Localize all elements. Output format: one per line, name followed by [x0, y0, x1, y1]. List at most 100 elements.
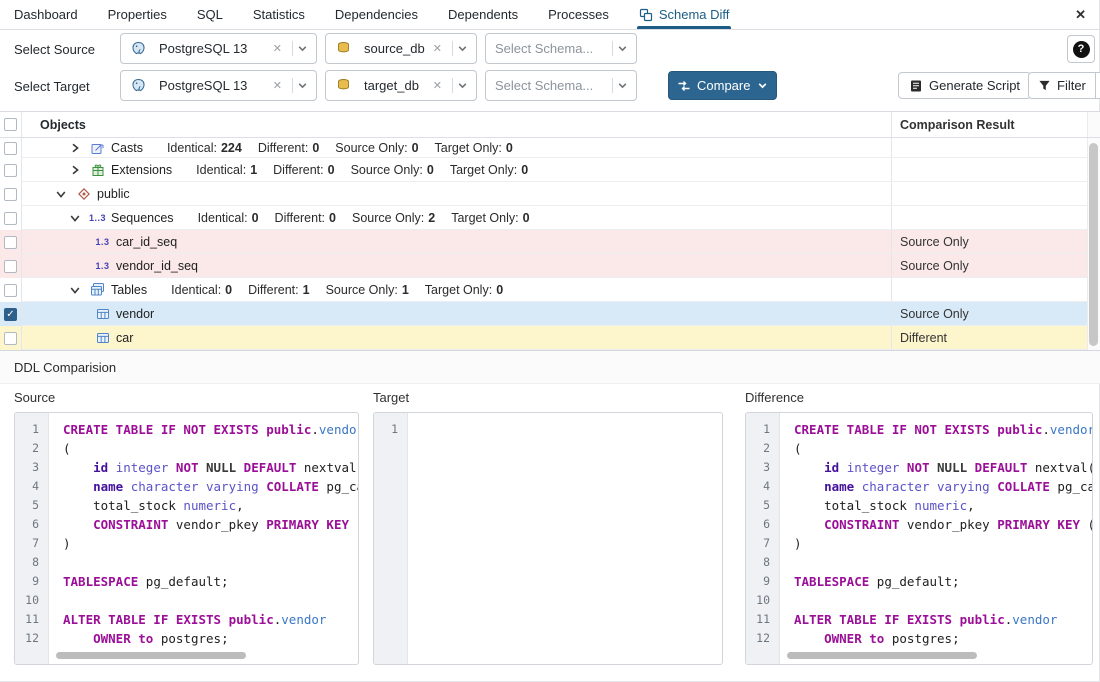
chevron-down-icon[interactable] — [617, 43, 628, 54]
panel-tab-bar: Dashboard Properties SQL Statistics Dependen… — [0, 0, 1100, 30]
code-area[interactable]: CREATE TABLE IF NOT EXISTS public.vendor… — [781, 413, 1092, 664]
comparison-result-column-header: Comparison Result — [891, 112, 1087, 137]
line-number-gutter: 123456789101112 — [746, 413, 780, 664]
target-schema-select[interactable]: Select Schema... — [485, 70, 637, 101]
row-checkbox[interactable] — [4, 188, 17, 201]
chevron-down-icon[interactable] — [757, 80, 768, 91]
comparison-result-value — [891, 138, 1087, 158]
postgresql-icon — [130, 78, 147, 93]
row-checkbox[interactable] — [4, 260, 17, 273]
vertical-scrollbar[interactable] — [1089, 143, 1098, 346]
target-database-select[interactable]: target_db ✕ — [325, 70, 477, 101]
chevron-down-icon[interactable] — [297, 43, 308, 54]
tab-dashboard[interactable]: Dashboard — [14, 0, 78, 29]
clear-icon[interactable]: ✕ — [267, 79, 288, 92]
code-area[interactable]: CREATE TABLE IF NOT EXISTS public.vendor… — [50, 413, 358, 664]
sequence-icon: 1.3 — [94, 261, 111, 271]
tab-sql[interactable]: SQL — [197, 0, 223, 29]
tab-properties[interactable]: Properties — [108, 0, 167, 29]
expand-icon[interactable] — [68, 143, 82, 153]
row-checkbox[interactable]: ✓ — [4, 308, 17, 321]
target-server-value: PostgreSQL 13 — [159, 78, 267, 93]
comparison-result-value: Different — [891, 326, 1087, 350]
expand-icon[interactable] — [68, 165, 82, 175]
target-database-value: target_db — [364, 78, 427, 93]
help-button[interactable]: ? — [1067, 35, 1095, 63]
comparison-result-value — [891, 158, 1087, 182]
result-row-public[interactable]: public — [0, 182, 1100, 206]
filter-icon — [1029, 79, 1051, 92]
filter-button[interactable]: Filter — [1028, 72, 1100, 99]
tab-schema-diff[interactable]: Schema Diff — [639, 0, 730, 29]
result-row-vendor[interactable]: ✓vendorSource Only — [0, 302, 1100, 326]
tab-dependents[interactable]: Dependents — [448, 0, 518, 29]
divider — [612, 78, 613, 93]
divider — [452, 41, 453, 56]
select-all-checkbox[interactable] — [4, 118, 17, 131]
result-row-Sequences[interactable]: 1..3SequencesIdentical:0Different:0Sourc… — [0, 206, 1100, 230]
collapse-icon[interactable] — [54, 189, 68, 199]
tab-statistics[interactable]: Statistics — [253, 0, 305, 29]
result-row-vendor_id_seq[interactable]: 1.3vendor_id_seqSource Only — [0, 254, 1100, 278]
clear-icon[interactable]: ✕ — [267, 42, 288, 55]
ddl-panel-labels: Source Target Difference — [0, 384, 1100, 410]
divider — [612, 41, 613, 56]
collapse-icon[interactable] — [68, 285, 82, 295]
comparison-result-value: Source Only — [891, 230, 1087, 254]
target-server-select[interactable]: PostgreSQL 13 ✕ — [120, 70, 317, 101]
collapse-icon[interactable] — [68, 213, 82, 223]
ddl-source-editor[interactable]: 123456789101112CREATE TABLE IF NOT EXIST… — [14, 412, 359, 665]
comparison-result-value — [891, 206, 1087, 230]
tab-label: Statistics — [253, 7, 305, 22]
line-number-gutter: 1 — [374, 413, 408, 664]
compare-button[interactable]: Compare — [668, 71, 777, 100]
row-checkbox[interactable] — [4, 236, 17, 249]
close-icon[interactable]: ✕ — [1071, 0, 1090, 29]
row-stats: Identical:224Different:0Source Only:0Tar… — [167, 141, 529, 155]
row-checkbox[interactable] — [4, 284, 17, 297]
row-label: Tables — [111, 283, 147, 297]
row-checkbox[interactable] — [4, 142, 17, 155]
result-row-car[interactable]: carDifferent — [0, 326, 1100, 350]
generate-script-button[interactable]: Generate Script — [898, 72, 1031, 99]
chevron-down-icon[interactable] — [457, 80, 468, 91]
row-label: Sequences — [111, 211, 174, 225]
chevron-down-icon[interactable] — [617, 80, 628, 91]
row-checkbox[interactable] — [4, 164, 17, 177]
difference-panel-label: Difference — [745, 390, 804, 405]
ddl-target-editor[interactable]: 1 — [373, 412, 723, 665]
source-database-select[interactable]: source_db ✕ — [325, 33, 477, 64]
result-row-Extensions[interactable]: ExtensionsIdentical:1Different:0Source O… — [0, 158, 1100, 182]
tab-label: Processes — [548, 7, 609, 22]
result-row-Tables[interactable]: TablesIdentical:0Different:1Source Only:… — [0, 278, 1100, 302]
comparison-result-value — [891, 278, 1087, 302]
tab-processes[interactable]: Processes — [548, 0, 609, 29]
row-checkbox[interactable] — [4, 212, 17, 225]
source-schema-select[interactable]: Select Schema... — [485, 33, 637, 64]
chevron-down-icon[interactable] — [1096, 80, 1100, 91]
horizontal-scrollbar[interactable] — [56, 652, 246, 659]
row-checkbox[interactable] — [4, 332, 17, 345]
ddl-panels: 123456789101112CREATE TABLE IF NOT EXIST… — [0, 412, 1100, 665]
tables-icon — [89, 282, 106, 297]
clear-icon[interactable]: ✕ — [427, 42, 448, 55]
result-row-Casts[interactable]: CastsIdentical:224Different:0Source Only… — [0, 138, 1100, 158]
ddl-difference-editor[interactable]: 123456789101112CREATE TABLE IF NOT EXIST… — [745, 412, 1093, 665]
tab-dependencies[interactable]: Dependencies — [335, 0, 418, 29]
chevron-down-icon[interactable] — [457, 43, 468, 54]
select-source-label: Select Source — [14, 42, 95, 57]
extensions-icon — [89, 163, 106, 177]
database-icon — [335, 78, 352, 93]
chevron-down-icon[interactable] — [297, 80, 308, 91]
clear-icon[interactable]: ✕ — [427, 79, 448, 92]
result-row-car_id_seq[interactable]: 1.3car_id_seqSource Only — [0, 230, 1100, 254]
source-server-select[interactable]: PostgreSQL 13 ✕ — [120, 33, 317, 64]
tab-label: Dependents — [448, 7, 518, 22]
results-rows: CastsIdentical:224Different:0Source Only… — [0, 138, 1100, 350]
database-icon — [335, 41, 352, 56]
comparison-result-value — [891, 182, 1087, 206]
code-area[interactable] — [409, 413, 722, 664]
line-number-gutter: 123456789101112 — [15, 413, 49, 664]
horizontal-scrollbar[interactable] — [787, 652, 977, 659]
schema-icon — [75, 187, 92, 201]
